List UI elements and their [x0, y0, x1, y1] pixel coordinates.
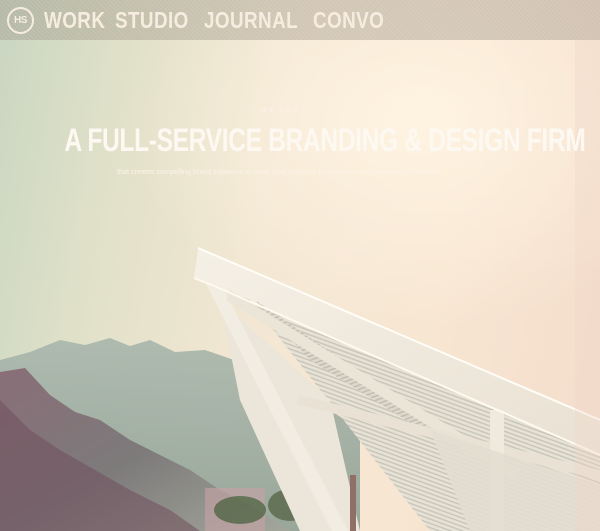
main-nav: HS WORK STUDIO JOURNAL CONVO: [0, 0, 600, 40]
hero-background-photo: [0, 40, 600, 531]
nav-link-studio[interactable]: STUDIO: [115, 0, 189, 40]
nav-link-convo[interactable]: CONVO: [313, 0, 384, 40]
nav-link-work[interactable]: WORK: [44, 0, 105, 40]
hero-subline: that creates compelling brand exposure t…: [116, 167, 443, 176]
hero-section: [0, 0, 600, 531]
hero-kicker: WE ARE: [260, 107, 300, 114]
nav-link-journal[interactable]: JOURNAL: [204, 0, 298, 40]
hero-headline: A FULL-SERVICE BRANDING & DESIGN FIRM: [64, 122, 586, 158]
logo-badge[interactable]: HS: [7, 6, 34, 34]
